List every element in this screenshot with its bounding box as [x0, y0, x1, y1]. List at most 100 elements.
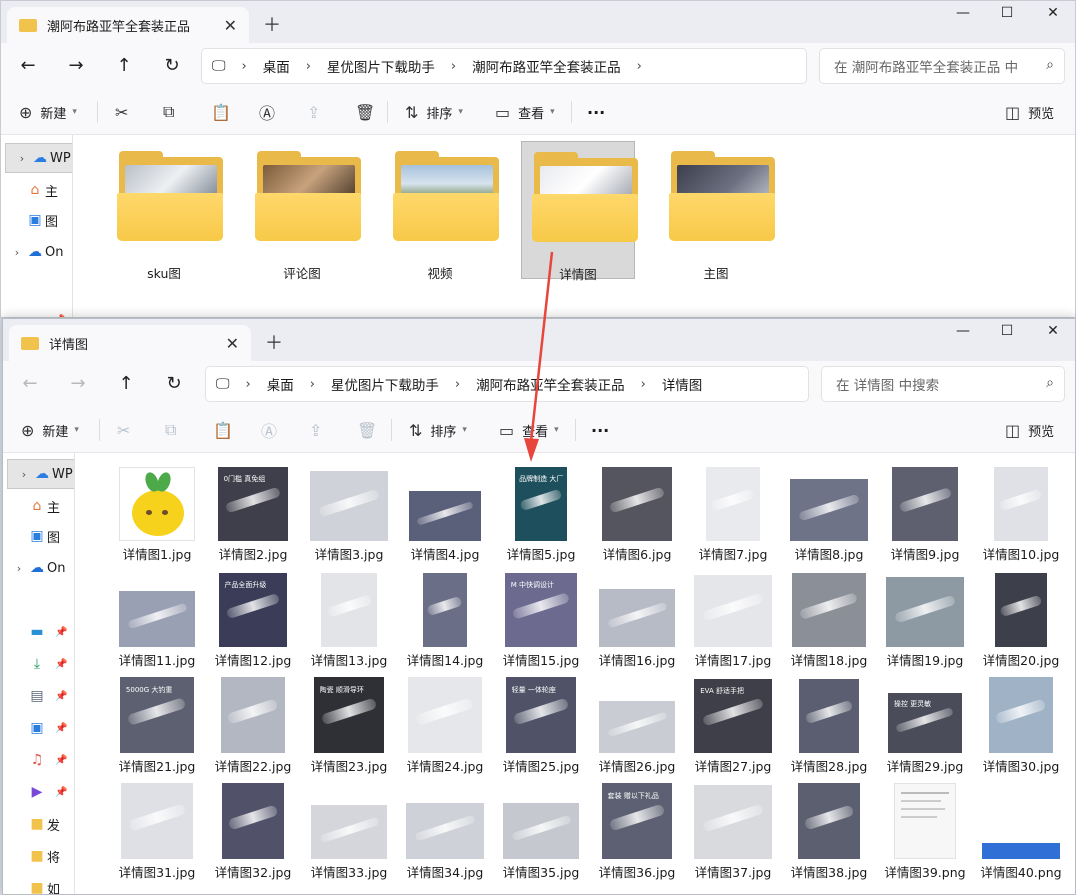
- paste-button[interactable]: 📋: [211, 99, 231, 125]
- breadcrumb-item[interactable]: 潮阿布路亚竿全套装正品: [472, 56, 621, 76]
- breadcrumb[interactable]: 🖵 › 桌面 › 星优图片下载助手 › 潮阿布路亚竿全套装正品 › 详情图: [205, 366, 809, 402]
- breadcrumb-item[interactable]: 桌面: [263, 56, 290, 76]
- file-item[interactable]: 详情图22.jpg: [205, 673, 301, 779]
- sort-button[interactable]: ⇅ 排序 ▾: [405, 99, 463, 125]
- file-item[interactable]: 详情图13.jpg: [301, 567, 397, 673]
- new-tab-button[interactable]: ＋: [263, 11, 281, 37]
- breadcrumb-item[interactable]: 星优图片下载助手: [327, 56, 435, 76]
- sidebar-item-cloud[interactable]: › ☁ WP: [5, 143, 72, 173]
- file-item[interactable]: 陶瓷 顺滑导环 详情图23.jpg: [301, 673, 397, 779]
- back-arrow-icon[interactable]: ←: [13, 52, 43, 80]
- file-item[interactable]: M 中快调设计 详情图15.jpg: [493, 567, 589, 673]
- back-arrow-icon[interactable]: ←: [15, 370, 45, 398]
- paste-button[interactable]: 📋: [213, 417, 233, 443]
- up-arrow-icon[interactable]: ↑: [109, 52, 139, 80]
- sidebar-item-folder[interactable]: ■ 将: [3, 841, 74, 871]
- file-item[interactable]: 详情图14.jpg: [397, 567, 493, 673]
- maximize-button[interactable]: ☐: [985, 5, 1029, 21]
- up-arrow-icon[interactable]: ↑: [111, 370, 141, 398]
- sidebar-item-music[interactable]: ♫ 📌: [3, 745, 74, 775]
- sidebar-item-onedrive[interactable]: › ☁ On: [3, 553, 74, 583]
- maximize-button[interactable]: ☐: [985, 323, 1029, 339]
- sidebar-item-downloads[interactable]: ⤓ 📌: [3, 649, 74, 679]
- tab-active[interactable]: 详情图 ✕: [9, 325, 251, 361]
- file-item[interactable]: 详情图24.jpg: [397, 673, 493, 779]
- forward-arrow-icon[interactable]: →: [63, 370, 93, 398]
- more-options-button[interactable]: ···: [591, 417, 609, 443]
- file-item[interactable]: 详情图28.jpg: [781, 673, 877, 779]
- tab-active[interactable]: 潮阿布路亚竿全套装正品 ✕: [7, 7, 249, 43]
- preview-button[interactable]: ◫ 预览: [1005, 417, 1054, 443]
- file-item[interactable]: 详情图33.jpg: [301, 779, 397, 885]
- share-button[interactable]: ⇪: [307, 99, 320, 125]
- sidebar-item-videos[interactable]: ▶ 📌: [3, 777, 74, 807]
- close-window-button[interactable]: ✕: [1031, 5, 1075, 21]
- file-item[interactable]: 详情图10.jpg: [973, 461, 1069, 567]
- folder-item[interactable]: 评论图: [245, 141, 361, 281]
- delete-button[interactable]: 🗑: [357, 417, 377, 443]
- file-item[interactable]: 5000G 大钓重 详情图21.jpg: [109, 673, 205, 779]
- new-button[interactable]: ⊕ 新建 ▾: [19, 99, 77, 125]
- file-item[interactable]: 详情图40.png: [973, 779, 1069, 885]
- tab-close-icon[interactable]: ✕: [224, 16, 237, 35]
- file-item[interactable]: 详情图6.jpg: [589, 461, 685, 567]
- preview-button[interactable]: ◫ 预览: [1005, 99, 1054, 125]
- sidebar-item-home[interactable]: ⌂ 主: [3, 491, 74, 521]
- sidebar-item-home[interactable]: ⌂ 主: [1, 175, 72, 205]
- file-item[interactable]: 详情图9.jpg: [877, 461, 973, 567]
- copy-button[interactable]: ⧉: [163, 99, 174, 125]
- file-item[interactable]: 详情图39.png: [877, 779, 973, 885]
- tab-close-icon[interactable]: ✕: [226, 334, 239, 353]
- delete-button[interactable]: 🗑: [355, 99, 375, 125]
- file-item[interactable]: 详情图32.jpg: [205, 779, 301, 885]
- file-item[interactable]: 详情图31.jpg: [109, 779, 205, 885]
- rename-button[interactable]: Ⓐ: [261, 417, 277, 443]
- folder-item[interactable]: 视频: [383, 141, 499, 281]
- rename-button[interactable]: Ⓐ: [259, 99, 275, 125]
- file-item[interactable]: 详情图3.jpg: [301, 461, 397, 567]
- cut-button[interactable]: ✂: [117, 417, 130, 443]
- refresh-icon[interactable]: ↻: [159, 370, 189, 398]
- forward-arrow-icon[interactable]: →: [61, 52, 91, 80]
- search-input[interactable]: 在 详情图 中搜索 ⌕: [821, 366, 1065, 402]
- share-button[interactable]: ⇪: [309, 417, 322, 443]
- file-item[interactable]: 详情图11.jpg: [109, 567, 205, 673]
- breadcrumb-item[interactable]: 潮阿布路亚竿全套装正品: [476, 374, 625, 394]
- folder-item[interactable]: 详情图: [521, 141, 638, 282]
- file-item[interactable]: 详情图17.jpg: [685, 567, 781, 673]
- file-item[interactable]: 详情图37.jpg: [685, 779, 781, 885]
- sidebar-item-onedrive[interactable]: › ☁ On: [1, 237, 72, 267]
- file-item[interactable]: 详情图7.jpg: [685, 461, 781, 567]
- file-item[interactable]: EVA 舒适手把 详情图27.jpg: [685, 673, 781, 779]
- search-input[interactable]: 在 潮阿布路亚竿全套装正品 中 ⌕: [819, 48, 1065, 84]
- sidebar-item-folder[interactable]: ■ 如: [3, 873, 74, 894]
- folder-item[interactable]: 主图: [659, 141, 775, 281]
- cut-button[interactable]: ✂: [115, 99, 128, 125]
- file-item[interactable]: 轻量 一体轮座 详情图25.jpg: [493, 673, 589, 779]
- sidebar-item-pinned[interactable]: ▬📌: [1, 305, 72, 317]
- refresh-icon[interactable]: ↻: [157, 52, 187, 80]
- sidebar-item-documents[interactable]: ▤ 📌: [3, 681, 74, 711]
- sort-button[interactable]: ⇅ 排序 ▾: [409, 417, 467, 443]
- sidebar-item-pictures[interactable]: ▣ 📌: [3, 713, 74, 743]
- file-item[interactable]: 操控 更灵敏 详情图29.jpg: [877, 673, 973, 779]
- file-item[interactable]: 套装 赠以下礼品 详情图36.jpg: [589, 779, 685, 885]
- file-item[interactable]: 品牌制造 大厂直销详情图5.jpg: [493, 461, 589, 567]
- file-item[interactable]: 详情图16.jpg: [589, 567, 685, 673]
- minimize-button[interactable]: —: [941, 5, 985, 21]
- more-options-button[interactable]: ···: [587, 99, 605, 125]
- sidebar-item-gallery[interactable]: ▣ 图: [1, 205, 72, 235]
- file-item[interactable]: 详情图30.jpg: [973, 673, 1069, 779]
- file-item[interactable]: 产品全面升级 详情图12.jpg: [205, 567, 301, 673]
- file-item[interactable]: 详情图26.jpg: [589, 673, 685, 779]
- file-item[interactable]: 0门槛 真免组 详情图2.jpg: [205, 461, 301, 567]
- file-item[interactable]: 详情图4.jpg: [397, 461, 493, 567]
- file-item[interactable]: 详情图20.jpg: [973, 567, 1069, 673]
- new-tab-button[interactable]: ＋: [265, 329, 283, 355]
- view-button[interactable]: ▭ 查看 ▾: [499, 417, 559, 443]
- view-button[interactable]: ▭ 查看 ▾: [495, 99, 555, 125]
- sidebar-item-gallery[interactable]: ▣ 图: [3, 521, 74, 551]
- file-item[interactable]: 详情图18.jpg: [781, 567, 877, 673]
- breadcrumb[interactable]: 🖵 › 桌面 › 星优图片下载助手 › 潮阿布路亚竿全套装正品 ›: [201, 48, 807, 84]
- folder-item[interactable]: sku图: [107, 141, 223, 281]
